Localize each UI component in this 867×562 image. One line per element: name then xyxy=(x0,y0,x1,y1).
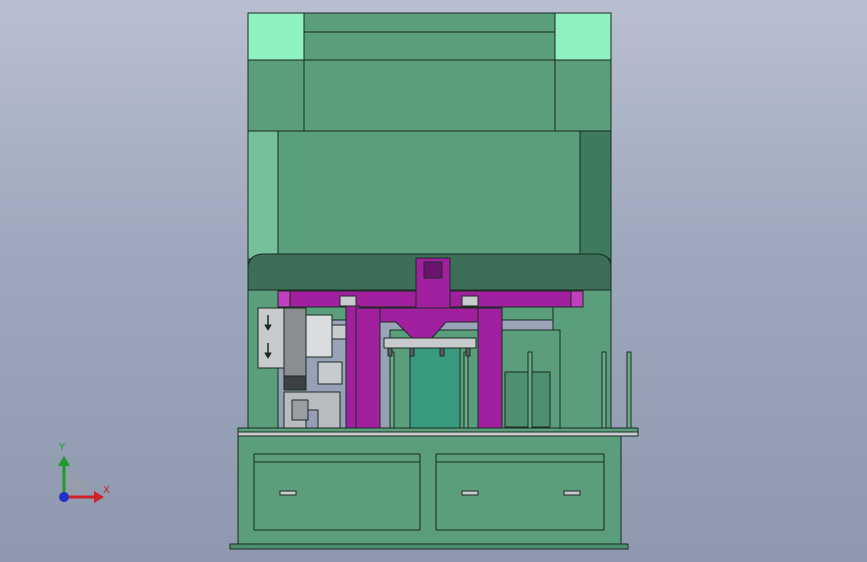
machine-assembly-drawing[interactable] xyxy=(0,0,867,562)
conveyor-rail xyxy=(237,427,639,437)
control-box xyxy=(257,307,285,369)
frame-corner-block-left xyxy=(247,12,305,61)
cad-viewport[interactable]: X Y xyxy=(0,0,867,562)
door-handle-center xyxy=(461,490,479,496)
door-handle-right xyxy=(563,490,581,496)
triad-x-axis-label: X xyxy=(103,485,110,496)
coordinate-triad-icon xyxy=(58,456,104,503)
frame-corner-block-right xyxy=(554,12,612,61)
machine-base xyxy=(229,435,629,550)
triad-y-axis-label: Y xyxy=(59,442,66,453)
teal-die-plate xyxy=(409,339,461,429)
press-upper-frame xyxy=(247,12,612,132)
door-handle-left xyxy=(279,490,297,496)
base-door-left xyxy=(253,453,421,531)
